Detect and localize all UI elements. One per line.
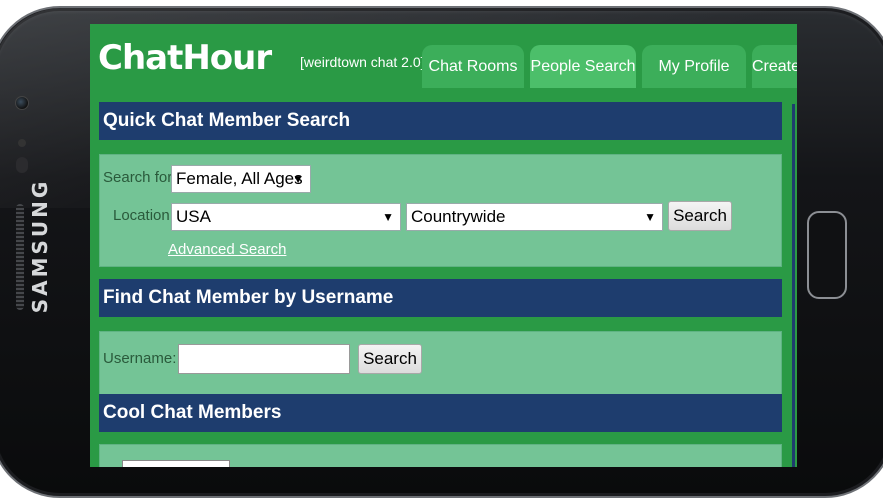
region-select[interactable]: Countrywide ▼ — [406, 203, 663, 231]
advanced-search-link[interactable]: Advanced Search — [168, 241, 286, 258]
username-search-header: Find Chat Member by Username — [99, 279, 782, 317]
quick-search-button[interactable]: Search — [668, 201, 732, 231]
country-value: USA — [176, 207, 211, 226]
search-for-value: Female, All Ages — [176, 169, 303, 188]
tab-chat-rooms[interactable]: Chat Rooms — [422, 45, 524, 88]
cool-members-header: Cool Chat Members — [99, 394, 782, 432]
country-select[interactable]: USA ▼ — [171, 203, 401, 231]
triangle-down-icon: ▼ — [644, 210, 656, 224]
quick-search-header: Quick Chat Member Search — [99, 102, 782, 140]
tab-people-search[interactable]: People Search — [530, 45, 636, 88]
browser-screen: ChatHour [weirdtown chat 2.0] Chat Rooms… — [90, 24, 797, 467]
front-camera-icon — [15, 96, 29, 110]
proximity-sensor — [18, 139, 26, 147]
search-for-select[interactable]: Female, All Ages ▼ — [171, 165, 311, 193]
brand-label: SAMSUNG — [28, 178, 52, 314]
page-content: Quick Chat Member Search Search for: Fem… — [90, 88, 797, 467]
right-divider — [792, 104, 795, 467]
quick-search-panel: Search for: Female, All Ages ▼ Location:… — [99, 154, 782, 267]
cool-members-panel — [99, 444, 782, 467]
tab-create[interactable]: Create a — [752, 45, 797, 88]
triangle-down-icon: ▼ — [292, 172, 304, 186]
search-for-label: Search for: — [103, 169, 177, 186]
site-logo[interactable]: ChatHour — [98, 38, 272, 78]
username-input[interactable] — [178, 344, 350, 374]
site-header: ChatHour [weirdtown chat 2.0] Chat Rooms… — [90, 24, 797, 88]
triangle-down-icon: ▼ — [382, 210, 394, 224]
earpiece-speaker — [16, 204, 24, 310]
username-search-panel: Username: Search — [99, 331, 782, 403]
region-value: Countrywide — [411, 207, 506, 226]
member-thumbnail[interactable] — [122, 460, 230, 467]
username-label: Username: — [103, 350, 177, 367]
username-search-button[interactable]: Search — [358, 344, 422, 374]
home-button[interactable] — [807, 211, 847, 299]
site-tagline: [weirdtown chat 2.0] — [300, 54, 425, 70]
location-label: Location: — [113, 207, 174, 224]
tab-my-profile[interactable]: My Profile — [642, 45, 746, 88]
